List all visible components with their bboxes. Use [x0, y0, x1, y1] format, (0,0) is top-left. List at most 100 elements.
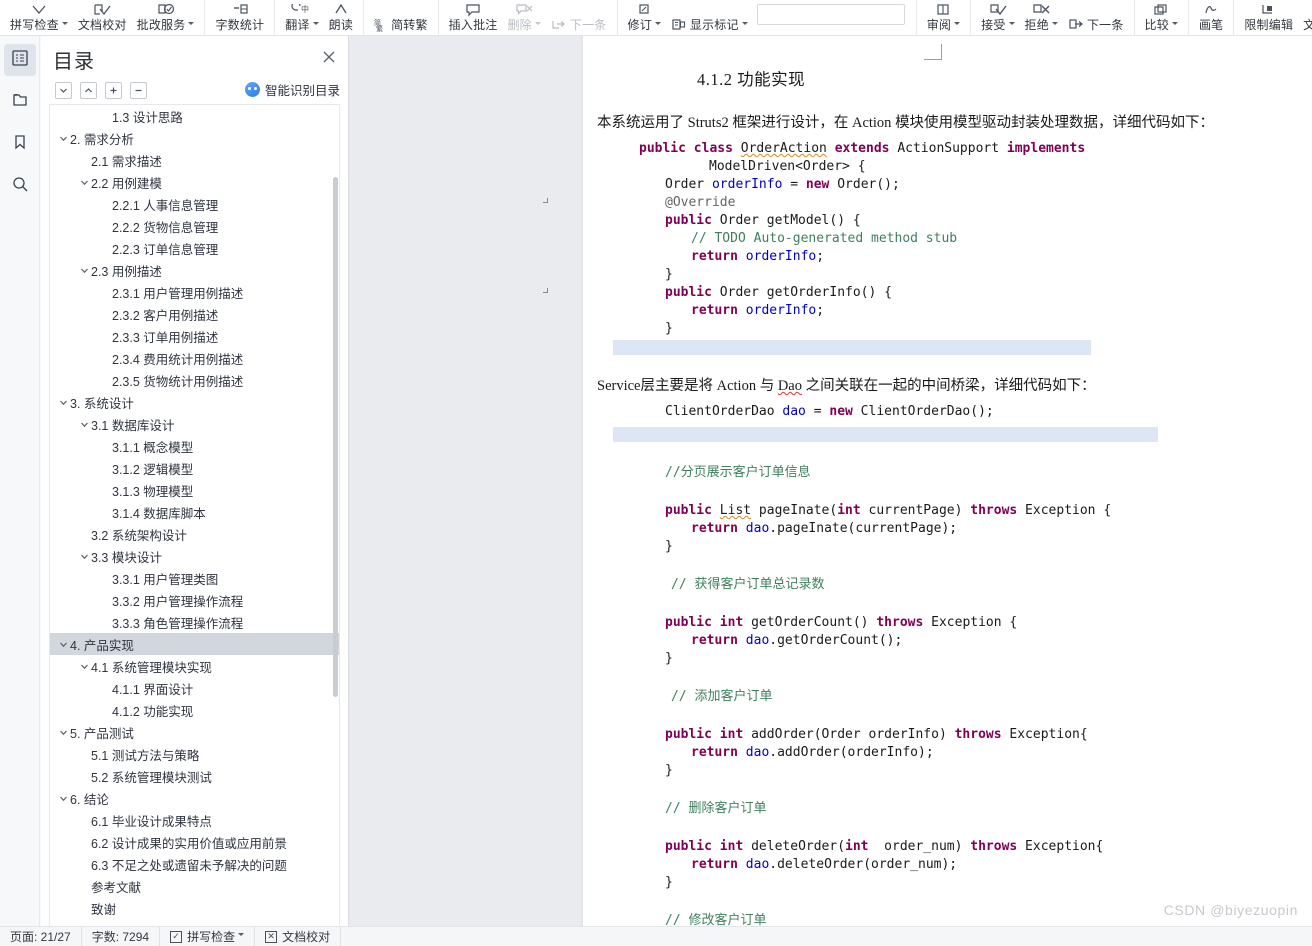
- compare-button[interactable]: 比较: [1140, 0, 1183, 35]
- toc-item[interactable]: 5. 产品测试: [50, 721, 339, 743]
- toc-item[interactable]: 4.1 系统管理模块实现: [50, 655, 339, 677]
- toc-item[interactable]: 3.1.1 概念模型: [50, 435, 339, 457]
- document-scroll-area[interactable]: 4.1.2 功能实现 本系统运用了 Struts2 框架进行设计，在 Actio…: [349, 36, 1312, 926]
- toc-item[interactable]: 2.3.5 货物统计用例描述: [50, 369, 339, 391]
- toc-item[interactable]: 3.3.3 角色管理操作流程: [50, 611, 339, 633]
- next-comment-button[interactable]: 下一条: [546, 0, 612, 35]
- simplified-to-traditional-button[interactable]: 简繁 简转繁: [369, 0, 433, 35]
- accept-button[interactable]: 接受: [976, 0, 1019, 35]
- rail-thumbnail-button[interactable]: [4, 86, 36, 118]
- toc-item[interactable]: 1.3 设计思路: [50, 105, 339, 127]
- chevron-down-icon[interactable]: [954, 22, 961, 26]
- toc-item[interactable]: 3.3.2 用户管理操作流程: [50, 589, 339, 611]
- chevron-down-icon[interactable]: [534, 22, 541, 26]
- toc-item[interactable]: 2.3.2 客户用例描述: [50, 303, 339, 325]
- toc-item[interactable]: 2.3.1 用户管理用例描述: [50, 281, 339, 303]
- code-line: //分页展示客户订单信息: [613, 464, 1288, 482]
- chevron-down-icon[interactable]: [741, 22, 748, 26]
- chevron-down-icon[interactable]: [1051, 22, 1058, 26]
- toc-item[interactable]: 2. 需求分析: [50, 127, 339, 149]
- smart-toc-button[interactable]: 智能识别目录: [244, 80, 340, 99]
- toc-item[interactable]: 2.2 用例建模: [50, 171, 339, 193]
- chevron-down-icon[interactable]: [56, 134, 70, 143]
- toc-scrollbar-thumb[interactable]: [333, 177, 338, 697]
- toc-item[interactable]: 3.1.4 数据库脚本: [50, 501, 339, 523]
- reviewing-pane-button[interactable]: 审阅: [922, 0, 965, 35]
- rail-bookmark-button[interactable]: [4, 128, 36, 160]
- toc-item[interactable]: 3.3 模块设计: [50, 545, 339, 567]
- status-proofread[interactable]: ✕ 文档校对: [255, 926, 342, 946]
- document-proofread-button[interactable]: 文档校对: [73, 0, 132, 35]
- toc-list[interactable]: 1.3 设计思路 2. 需求分析 2.1 需求描述 2.2 用例建模 2.2.1 人事信…: [49, 104, 340, 926]
- correction-service-button[interactable]: 批改服务: [132, 0, 200, 35]
- toc-item[interactable]: 6. 结论: [50, 787, 339, 809]
- toc-item[interactable]: 2.3.4 费用统计用例描述: [50, 347, 339, 369]
- expand-all-button[interactable]: [105, 81, 122, 99]
- insert-comment-button[interactable]: 插入批注: [444, 0, 503, 35]
- ink-pen-button[interactable]: 画笔: [1194, 0, 1228, 35]
- word-count-button[interactable]: 字数统计: [210, 0, 269, 35]
- reject-button[interactable]: 拒绝: [1020, 0, 1063, 35]
- chevron-down-icon[interactable]: [77, 552, 91, 561]
- chevron-down-icon[interactable]: [77, 178, 91, 187]
- translate-button[interactable]: 中 翻译: [280, 0, 323, 35]
- document-permission-button[interactable]: 文档权限: [1298, 0, 1312, 35]
- chevron-down-icon[interactable]: [56, 640, 70, 649]
- delete-comment-button[interactable]: 删除: [502, 0, 545, 35]
- toc-title: 目录: [53, 50, 95, 73]
- toc-item[interactable]: 2.2.2 货物信息管理: [50, 215, 339, 237]
- toc-item[interactable]: 致谢: [50, 897, 339, 919]
- rail-search-button[interactable]: [4, 170, 36, 202]
- toc-item[interactable]: 2.3.3 订单用例描述: [50, 325, 339, 347]
- chevron-down-icon[interactable]: [188, 22, 195, 26]
- toc-item[interactable]: 3.1.3 物理模型: [50, 479, 339, 501]
- toc-item[interactable]: 5.2 系统管理模块测试: [50, 765, 339, 787]
- review-ribbon: 拼写检查 文档校对 批改服务 字数统计 中 翻译 朗读 简 繁 简转繁 插入批注…: [0, 0, 1312, 36]
- toc-item[interactable]: 2.1 需求描述: [50, 149, 339, 171]
- toc-item[interactable]: 3.1.2 逻辑模型: [50, 457, 339, 479]
- status-spellcheck[interactable]: ✓ 拼写检查: [160, 926, 256, 946]
- toc-item[interactable]: 2.2.3 订单信息管理: [50, 237, 339, 259]
- chevron-down-icon[interactable]: [1171, 22, 1178, 26]
- toc-item[interactable]: 5.1 测试方法与策略: [50, 743, 339, 765]
- markup-search-input[interactable]: [756, 4, 905, 25]
- toc-item[interactable]: 3.1 数据库设计: [50, 413, 339, 435]
- chevron-down-icon[interactable]: [77, 420, 91, 429]
- toc-item[interactable]: 6.2 设计成果的实用价值或应用前景: [50, 831, 339, 853]
- rail-outline-button[interactable]: [3, 44, 36, 76]
- code-token: // 删除客户订单: [665, 801, 767, 816]
- collapse-up-button[interactable]: [80, 81, 97, 99]
- chevron-down-icon[interactable]: [312, 22, 319, 26]
- restrict-editing-button[interactable]: 限制编辑: [1239, 0, 1298, 35]
- close-icon[interactable]: [320, 48, 338, 66]
- toc-item[interactable]: 2.3 用例描述: [50, 259, 339, 281]
- toc-item[interactable]: 3.3.1 用户管理类图: [50, 567, 339, 589]
- toc-item[interactable]: 4.1.1 界面设计: [50, 677, 339, 699]
- toc-item[interactable]: 3.2 系统架构设计: [50, 523, 339, 545]
- show-markup-button[interactable]: 显示标记: [666, 0, 753, 35]
- chevron-down-icon[interactable]: [77, 662, 91, 671]
- chevron-down-icon[interactable]: [61, 22, 68, 26]
- read-aloud-button[interactable]: 朗读: [324, 0, 358, 35]
- chevron-down-icon[interactable]: [238, 933, 245, 936]
- toc-item[interactable]: 4.1.2 功能实现: [50, 699, 339, 721]
- toc-item[interactable]: 6.3 不足之处或遗留未予解决的问题: [50, 853, 339, 875]
- status-page-indicator[interactable]: 页面: 21/27: [0, 926, 82, 946]
- spellcheck-button[interactable]: 拼写检查: [5, 0, 73, 35]
- chevron-down-icon[interactable]: [1008, 22, 1015, 26]
- chevron-down-icon[interactable]: [56, 398, 70, 407]
- chevron-down-icon[interactable]: [56, 728, 70, 737]
- status-word-count[interactable]: 字数: 7294: [82, 926, 161, 946]
- toc-item[interactable]: 6.1 毕业设计成果特点: [50, 809, 339, 831]
- collapse-all-button[interactable]: [130, 81, 147, 99]
- toc-item[interactable]: 3. 系统设计: [50, 391, 339, 413]
- track-changes-button[interactable]: 修订: [623, 0, 666, 35]
- toc-item[interactable]: 4. 产品实现: [50, 633, 339, 655]
- chevron-down-icon[interactable]: [77, 266, 91, 275]
- chevron-down-icon[interactable]: [654, 22, 661, 26]
- toc-item[interactable]: 2.2.1 人事信息管理: [50, 193, 339, 215]
- collapse-down-button[interactable]: [55, 81, 72, 99]
- chevron-down-icon[interactable]: [56, 794, 70, 803]
- toc-item[interactable]: 参考文献: [50, 875, 339, 897]
- next-change-button[interactable]: 下一条: [1063, 0, 1129, 35]
